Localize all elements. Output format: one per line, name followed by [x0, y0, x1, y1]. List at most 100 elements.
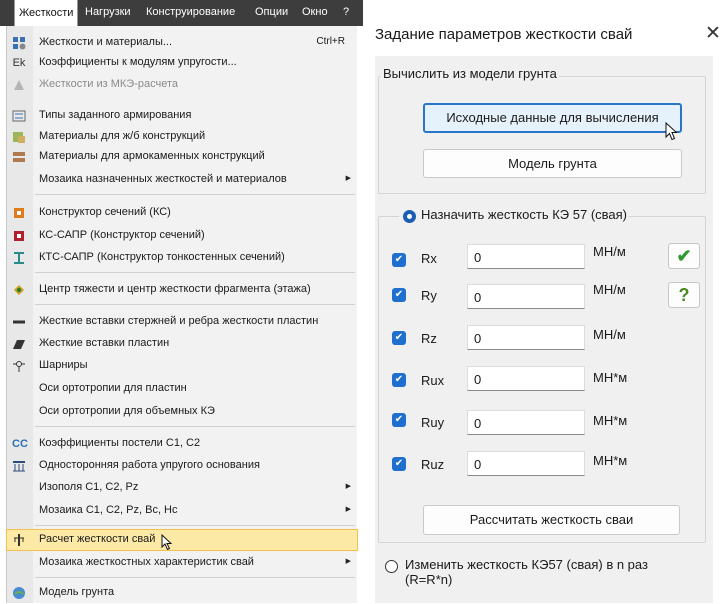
menu-item-stiffness-materials[interactable]: Жесткости и материалы... Ctrl+R	[7, 33, 357, 53]
menu-item-ks-sapr[interactable]: КС-САПР (Конструктор сечений)	[7, 226, 357, 246]
rz-checkbox[interactable]: ✔	[392, 331, 406, 345]
rux-input[interactable]: 0	[467, 366, 585, 391]
menu-bar: Жесткости Нагрузки Конструирование Опции…	[0, 0, 363, 26]
menu-item-one-sided-foundation[interactable]: Односторонняя работа упругого основания	[7, 456, 357, 476]
mouse-cursor-icon	[161, 533, 173, 554]
menu-stiffness[interactable]: Жесткости	[14, 0, 79, 26]
menu-item-fem-stiffness[interactable]: Жесткости из МКЭ-расчета	[7, 75, 357, 95]
menu-separator	[35, 272, 355, 273]
ry-label: Ry	[421, 288, 437, 303]
menu-separator	[35, 194, 355, 195]
menu-item-orthotropy-plates[interactable]: Оси ортотропии для пластин	[7, 379, 357, 399]
menu-item-bed-coefficients[interactable]: CC Коэффициенты постели С1, С2	[7, 434, 357, 454]
submenu-arrow-icon: ▶	[345, 175, 351, 182]
submenu-arrow-icon: ▶	[345, 558, 351, 565]
rx-checkbox[interactable]: ✔	[392, 253, 406, 267]
rux-unit: МН*м	[593, 370, 628, 385]
menu-item-elasticity-coefficients[interactable]: Ek Коэффициенты к модулям упругости...	[7, 53, 357, 73]
menu-item-masonry-materials[interactable]: Материалы для армокаменных конструкций	[7, 147, 357, 167]
ry-input[interactable]: 0	[467, 284, 585, 309]
ks-sapr-icon	[12, 229, 26, 243]
menu-item-mosaic-c1-c2[interactable]: Мозаика С1, С2, Pz, Bc, Hc ▶	[7, 501, 357, 521]
ek-icon: Ek	[12, 57, 26, 69]
menu-help[interactable]: ?	[343, 6, 349, 18]
ruy-input[interactable]: 0	[467, 410, 585, 435]
rc-materials-icon	[12, 130, 26, 144]
ruz-unit: МН*м	[593, 453, 628, 468]
submenu-arrow-icon: ▶	[345, 506, 351, 513]
menu-item-center-of-gravity[interactable]: Центр тяжести и центр жесткости фрагмент…	[7, 280, 357, 300]
fem-stiffness-icon	[12, 78, 26, 92]
rx-label: Rx	[421, 251, 437, 266]
menu-item-pile-stiffness-calc[interactable]: Расчет жесткости свай	[6, 529, 358, 551]
menu-item-stiffness-mosaic[interactable]: Мозаика назначенных жесткостей и материа…	[7, 170, 357, 190]
section-constructor-icon	[12, 206, 26, 220]
soil-model-icon	[12, 586, 26, 600]
ruy-label: Ruy	[421, 415, 445, 430]
ruy-unit: МН*м	[593, 413, 628, 428]
menu-loads[interactable]: Нагрузки	[85, 6, 131, 18]
assign-stiffness-radio-label: Назначить жесткость КЭ 57 (свая)	[421, 207, 628, 222]
pile-stiffness-icon	[12, 533, 26, 547]
rux-checkbox[interactable]: ✔	[392, 373, 406, 387]
rx-unit: МН/м	[593, 244, 626, 259]
ruz-label: Ruz	[421, 457, 445, 472]
rigid-inserts-plates-icon	[12, 337, 26, 351]
stiffness-dropdown-menu: Жесткости и материалы... Ctrl+R Ek Коэфф…	[6, 26, 358, 603]
menu-separator	[35, 304, 355, 305]
menu-item-rigid-inserts-plates[interactable]: Жесткие вставки пластин	[7, 334, 357, 354]
soil-model-button[interactable]: Модель грунта	[423, 149, 682, 178]
menu-item-rc-materials[interactable]: Материалы для ж/б конструкций	[7, 127, 357, 147]
change-stiffness-radio-label: Изменить жесткость КЭ57 (свая) в n раз (…	[405, 557, 648, 587]
initial-data-button[interactable]: Исходные данные для вычисления	[423, 103, 682, 133]
menu-item-pile-characteristics-mosaic[interactable]: Мозаика жесткостных характеристик свай ▶	[7, 553, 357, 573]
menu-design[interactable]: Конструирование	[146, 6, 235, 18]
help-button[interactable]: ?	[668, 282, 700, 308]
submenu-arrow-icon: ▶	[345, 483, 351, 490]
apply-button[interactable]: ✔	[668, 243, 700, 269]
menu-item-soil-model[interactable]: Модель грунта	[7, 583, 357, 603]
calculate-pile-stiffness-button[interactable]: Рассчитать жесткость сваи	[423, 505, 680, 535]
change-stiffness-radio[interactable]	[385, 560, 398, 573]
rux-label: Rux	[421, 373, 445, 388]
menu-item-orthotropy-solids[interactable]: Оси ортотропии для объемных КЭ	[7, 402, 357, 422]
rigid-inserts-bars-icon	[12, 315, 26, 329]
menu-item-reinforcement-types[interactable]: Типы заданного армирования	[7, 106, 357, 126]
rz-input[interactable]: 0	[467, 325, 585, 350]
dialog-title: Задание параметров жесткости свай	[375, 26, 633, 43]
stiffness-materials-icon	[12, 36, 26, 50]
rz-label: Rz	[421, 331, 437, 346]
rz-unit: МН/м	[593, 327, 626, 342]
menu-item-section-constructor[interactable]: Конструктор сечений (КС)	[7, 203, 357, 223]
dialog-body: Вычислить из модели грунта Исходные данн…	[375, 56, 713, 603]
assign-stiffness-radio[interactable]	[403, 210, 416, 223]
menu-item-rigid-inserts-bars[interactable]: Жесткие вставки стержней и ребра жесткос…	[7, 312, 357, 332]
menu-options[interactable]: Опции	[255, 6, 288, 18]
question-icon: ?	[678, 285, 690, 305]
checkmark-icon: ✔	[676, 246, 692, 266]
ruz-checkbox[interactable]: ✔	[392, 457, 406, 471]
mouse-cursor-icon	[665, 121, 679, 145]
ry-checkbox[interactable]: ✔	[392, 288, 406, 302]
menu-item-hinges[interactable]: Шарниры	[7, 356, 357, 376]
ruz-input[interactable]: 0	[467, 451, 585, 476]
menu-item-isofields-c1-c2-pz[interactable]: Изополя С1, С2, Pz ▶	[7, 478, 357, 498]
close-icon[interactable]: ✕	[705, 22, 721, 45]
masonry-materials-icon	[12, 150, 26, 164]
compute-group-label: Вычислить из модели грунта	[381, 66, 559, 81]
rx-input[interactable]: 0	[467, 244, 585, 269]
bed-coefficients-icon: CC	[12, 438, 28, 450]
one-sided-foundation-icon	[12, 459, 26, 473]
reinforcement-types-icon	[12, 109, 26, 123]
menu-separator	[35, 577, 355, 578]
menu-item-kts-sapr[interactable]: КТС-САПР (Конструктор тонкостенных сечен…	[7, 248, 357, 268]
menu-window[interactable]: Окно	[302, 6, 328, 18]
hinge-icon	[12, 359, 26, 373]
menu-separator	[35, 525, 355, 526]
ruy-checkbox[interactable]: ✔	[392, 413, 406, 427]
ry-unit: МН/м	[593, 282, 626, 297]
menu-separator	[35, 426, 355, 427]
pile-stiffness-dialog: Задание параметров жесткости свай ✕ Вычи…	[363, 0, 723, 603]
assign-stiffness-legend: Назначить жесткость КЭ 57 (свая)	[399, 207, 630, 223]
kts-sapr-icon	[12, 251, 26, 265]
